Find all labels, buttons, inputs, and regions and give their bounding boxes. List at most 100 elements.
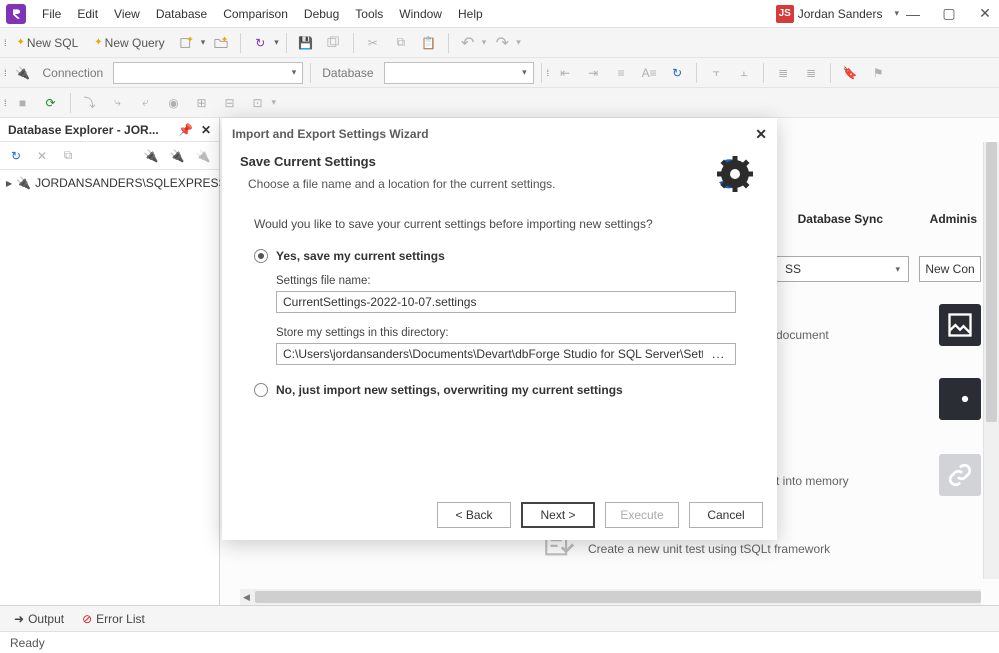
paste-button: 📋 [417, 31, 441, 55]
window-controls: — ▢ ✕ [905, 6, 993, 22]
menu-window[interactable]: Window [391, 3, 450, 25]
radio-button-icon[interactable] [254, 383, 268, 397]
server-dropdown[interactable]: SS ▾ [776, 256, 909, 282]
tree-item-server[interactable]: ▶ 🔌 JORDANSANDERS\SQLEXPRESS [6, 174, 213, 192]
error-list-tab[interactable]: ⊘ Error List [82, 612, 145, 626]
flag-icon: ⚑ [866, 61, 890, 85]
step-over-icon: ⤵ [78, 91, 102, 115]
chevron-down-icon: ▾ [482, 37, 487, 48]
gear-play-icon[interactable] [939, 378, 981, 420]
user-dropdown-icon[interactable]: ▾ [894, 8, 899, 19]
dialog-subheader: Save Current Settings Choose a file name… [222, 150, 777, 197]
vertical-scrollbar[interactable] [983, 142, 999, 579]
dialog-question: Would you like to save your current sett… [254, 217, 745, 231]
toolbar-grip-icon[interactable]: ⁞ [4, 68, 7, 78]
copy-button: ⧉ [389, 31, 413, 55]
user-initials-badge: JS [776, 5, 794, 23]
refresh-connection-button[interactable]: ↻ [665, 61, 689, 85]
pin-icon[interactable]: 📌 [178, 123, 193, 137]
toolbar-primary: ⁞ ✦New SQL ✦New Query ▾ ↻ ▾ 💾 ✂ ⧉ 📋 ↶ ▾ … [0, 28, 999, 58]
scrollbar-thumb[interactable] [986, 142, 997, 422]
toolbar-debug: ⁞ ■ ⟳ ⤵ ⤷ ⤶ ◉ ⊞ ⊟ ⊡ ▾ [0, 88, 999, 118]
chevron-down-icon[interactable]: ▾ [274, 37, 279, 48]
new-sql-button[interactable]: ✦New SQL [11, 31, 85, 55]
new-connection-button[interactable]: New Con [919, 256, 981, 282]
toolbar-connection: ⁞ 🔌 Connection ▾ Database ▾ ⁞ ⇤ ⇥ ≡ A≡ ↻… [0, 58, 999, 88]
administration-tab[interactable]: Adminis [930, 212, 977, 226]
undo-button: ↶ [456, 31, 480, 55]
stop-button: ■ [11, 91, 35, 115]
titlebar: File Edit View Database Comparison Debug… [0, 0, 999, 28]
settings-file-name-input[interactable]: CurrentSettings-2022-10-07.settings [276, 291, 736, 313]
error-list-icon: ⊘ [82, 612, 92, 626]
minimize-button[interactable]: — [905, 6, 921, 22]
connection-icon[interactable]: 🔌 [165, 144, 189, 168]
tree-item-label: JORDANSANDERS\SQLEXPRESS [35, 176, 226, 190]
menu-file[interactable]: File [34, 3, 69, 25]
user-name[interactable]: Jordan Sanders [798, 7, 883, 21]
close-panel-icon[interactable]: ✕ [201, 123, 211, 137]
status-text: Ready [10, 636, 45, 650]
horizontal-scrollbar[interactable]: ◀ [240, 589, 981, 605]
db-explorer-toolbar: ↻ ✕ ⧉ 🔌 🔌 🔌 [0, 142, 219, 170]
save-button: 💾 [294, 31, 318, 55]
uncomment-icon: ⫠ [732, 61, 756, 85]
close-window-button[interactable]: ✕ [977, 6, 993, 22]
toolbar-grip-icon[interactable]: ⁞ [547, 68, 550, 78]
maximize-button[interactable]: ▢ [941, 6, 957, 22]
delete-button[interactable]: ✕ [30, 144, 54, 168]
case-icon: A≡ [637, 61, 661, 85]
connection-dropdown[interactable]: ▾ [113, 62, 303, 84]
menu-edit[interactable]: Edit [69, 3, 106, 25]
debug-icon: ⊟ [218, 91, 242, 115]
dialog-subheading: Choose a file name and a location for th… [248, 177, 759, 191]
align-left-icon: ⇤ [553, 61, 577, 85]
dialog-titlebar: Import and Export Settings Wizard ✕ [222, 118, 777, 150]
database-explorer-panel: Database Explorer - JOR... 📌 ✕ ↻ ✕ ⧉ 🔌 🔌… [0, 118, 220, 605]
new-item-button[interactable] [175, 31, 199, 55]
menu-debug[interactable]: Debug [296, 3, 347, 25]
chevron-down-icon[interactable]: ▾ [201, 37, 206, 48]
document-fragment-label: document [776, 328, 829, 342]
database-dropdown[interactable]: ▾ [384, 62, 534, 84]
dialog-title: Import and Export Settings Wizard [232, 127, 429, 141]
format-icon: ≡ [609, 61, 633, 85]
radio-save-settings[interactable]: Yes, save my current settings [254, 249, 745, 263]
back-button[interactable]: < Back [437, 502, 511, 528]
connection-picker-icon[interactable]: 🔌 [11, 61, 35, 85]
new-connection-green-icon[interactable]: 🔌 [139, 144, 163, 168]
settings-directory-input[interactable]: C:\Users\jordansanders\Documents\Devart\… [276, 343, 736, 365]
refresh-tree-button[interactable]: ↻ [4, 144, 28, 168]
link-icon[interactable] [939, 454, 981, 496]
cancel-button[interactable]: Cancel [689, 502, 763, 528]
radio-overwrite-settings[interactable]: No, just import new settings, overwritin… [254, 383, 745, 397]
database-sync-tab[interactable]: Database Sync [798, 212, 883, 226]
output-tab[interactable]: ➜ Output [14, 612, 64, 626]
dialog-button-bar: < Back Next > Execute Cancel [222, 490, 777, 540]
expand-arrow-icon[interactable]: ▶ [6, 179, 12, 188]
collapse-button[interactable]: ⧉ [56, 144, 80, 168]
radio-label: No, just import new settings, overwritin… [276, 383, 623, 397]
menu-help[interactable]: Help [450, 3, 491, 25]
refresh-button[interactable]: ↻ [248, 31, 272, 55]
new-query-button[interactable]: ✦New Query [88, 31, 170, 55]
menu-comparison[interactable]: Comparison [215, 3, 296, 25]
toolbar-grip-icon[interactable]: ⁞ [4, 38, 7, 48]
run-button[interactable]: ⟳ [39, 91, 63, 115]
step-out-icon: ⤶ [134, 91, 158, 115]
memory-fragment-label: t into memory [776, 474, 849, 488]
dialog-close-button[interactable]: ✕ [755, 126, 767, 143]
next-button[interactable]: Next > [521, 502, 595, 528]
picture-icon[interactable] [939, 304, 981, 346]
menu-tools[interactable]: Tools [347, 3, 391, 25]
scrollbar-thumb[interactable] [255, 591, 981, 603]
scroll-left-icon[interactable]: ◀ [240, 592, 253, 603]
open-button[interactable] [209, 31, 233, 55]
menu-database[interactable]: Database [148, 3, 215, 25]
main-menu: File Edit View Database Comparison Debug… [34, 3, 491, 25]
browse-button[interactable]: ... [708, 347, 729, 361]
toolbar-grip-icon[interactable]: ⁞ [4, 98, 7, 108]
menu-view[interactable]: View [106, 3, 148, 25]
disconnect-icon[interactable]: 🔌 [191, 144, 215, 168]
radio-button-icon[interactable] [254, 249, 268, 263]
